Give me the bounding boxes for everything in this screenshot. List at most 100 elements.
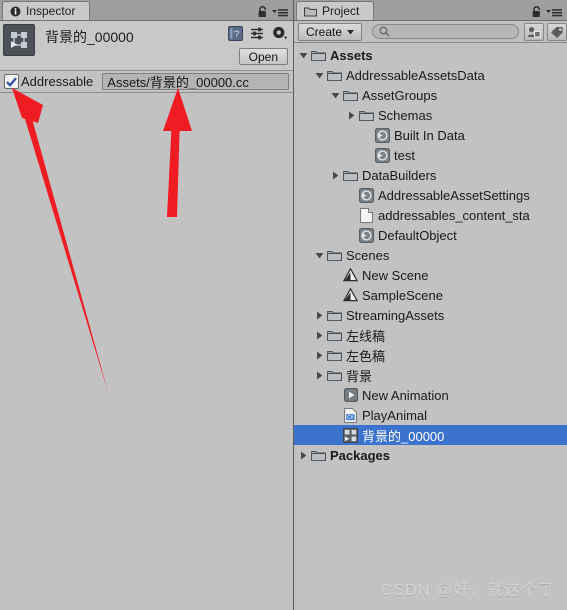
tree-row-label: 左线稿 <box>346 328 386 344</box>
search-input[interactable] <box>372 24 520 39</box>
tree-row-label: AddressableAssetsData <box>346 67 485 83</box>
tree-row[interactable]: New Animation <box>294 385 567 405</box>
inspector-header-icons: ? <box>228 26 288 41</box>
address-input[interactable]: Assets/背景的_00000.cc <box>102 73 289 90</box>
tree-row-label: DataBuilders <box>362 167 437 183</box>
create-button-label: Create <box>306 25 343 39</box>
tree-row-label: 背景的_00000 <box>362 428 445 444</box>
tree-row[interactable]: AddressableAssetSettings <box>294 185 567 205</box>
chevron-right-icon[interactable] <box>297 445 310 465</box>
inspector-asset-header: 背景的_00000 ? Open <box>0 21 293 71</box>
help-book-icon[interactable]: ? <box>228 26 243 41</box>
hamburger-menu-icon[interactable] <box>546 7 562 18</box>
tree-row[interactable]: DefaultObject <box>294 225 567 245</box>
search-icon <box>379 26 390 37</box>
filter-by-label-button[interactable] <box>547 22 567 41</box>
scriptable-object-icon <box>374 125 391 145</box>
animator-controller-icon <box>3 24 35 56</box>
inspector-tab-controls <box>257 6 293 20</box>
tree-row[interactable]: Scenes <box>294 245 567 265</box>
chevron-down-icon <box>347 29 355 35</box>
lock-icon[interactable] <box>531 6 542 18</box>
inspector-panel: Inspector 背景的_00000 ? Open Addressable A… <box>0 0 294 610</box>
tree-row[interactable]: 背景的_00000 <box>294 425 567 445</box>
tree-row-label: Built In Data <box>394 127 465 143</box>
svg-text:C#: C# <box>347 415 354 421</box>
tree-row-label: Packages <box>330 447 390 463</box>
tree-row[interactable]: test <box>294 145 567 165</box>
chevron-down-icon[interactable] <box>329 85 342 105</box>
tree-row[interactable]: StreamingAssets <box>294 305 567 325</box>
info-icon <box>10 6 21 17</box>
chevron-right-icon[interactable] <box>345 105 358 125</box>
hamburger-menu-icon[interactable] <box>272 7 288 18</box>
project-toolbar: Create <box>294 21 567 43</box>
tree-row[interactable]: Schemas <box>294 105 567 125</box>
folder-icon <box>326 325 343 345</box>
create-button[interactable]: Create <box>298 23 363 41</box>
scriptable-object-icon <box>358 185 375 205</box>
preset-sliders-icon[interactable] <box>250 26 265 41</box>
project-tab-controls <box>531 6 567 20</box>
tab-inspector[interactable]: Inspector <box>2 1 91 20</box>
tree-row[interactable]: Built In Data <box>294 125 567 145</box>
folder-icon <box>310 445 327 465</box>
tree-row-label: AssetGroups <box>362 87 438 103</box>
addressable-row: Addressable Assets/背景的_00000.cc <box>0 71 293 93</box>
folder-icon <box>342 85 359 105</box>
chevron-down-icon[interactable] <box>297 45 310 65</box>
unity-editor-window: Inspector 背景的_00000 ? Open Addressable A… <box>0 0 567 610</box>
tree-row[interactable]: DataBuilders <box>294 165 567 185</box>
tab-project[interactable]: Project <box>296 1 375 20</box>
tree-row[interactable]: Packages <box>294 445 567 465</box>
chevron-right-icon[interactable] <box>313 325 326 345</box>
tree-row[interactable]: SampleScene <box>294 285 567 305</box>
tree-row-label: AddressableAssetSettings <box>378 187 530 203</box>
animation-clip-icon <box>342 385 359 405</box>
folder-icon <box>326 65 343 85</box>
project-asset-tree[interactable]: Assets AddressableAssetsData AssetGroups Sc… <box>294 43 567 610</box>
inspector-empty-area <box>0 93 293 610</box>
filter-by-type-button[interactable] <box>524 22 545 41</box>
tree-row-label: Assets <box>330 47 373 63</box>
tree-row[interactable]: addressables_content_sta <box>294 205 567 225</box>
chevron-down-icon[interactable] <box>313 65 326 85</box>
asset-name-label: 背景的_00000 <box>45 29 134 45</box>
inspector-body: 背景的_00000 ? Open Addressable Assets/背景的_… <box>0 21 293 610</box>
chevron-right-icon[interactable] <box>329 165 342 185</box>
tree-row[interactable]: 左线稿 <box>294 325 567 345</box>
chevron-right-icon[interactable] <box>313 345 326 365</box>
addressable-checkbox[interactable] <box>4 74 19 89</box>
tree-row[interactable]: AddressableAssetsData <box>294 65 567 85</box>
tree-row[interactable]: Assets <box>294 45 567 65</box>
folder-icon <box>304 6 317 17</box>
lock-icon[interactable] <box>257 6 268 18</box>
scriptable-object-icon <box>374 145 391 165</box>
tree-row-label: SampleScene <box>362 287 443 303</box>
chevron-right-icon[interactable] <box>313 365 326 385</box>
tree-row[interactable]: 左色稿 <box>294 345 567 365</box>
tree-row-label: 左色稿 <box>346 348 386 364</box>
svg-text:?: ? <box>234 29 239 40</box>
folder-icon <box>310 45 327 65</box>
tree-row-label: test <box>394 147 415 163</box>
tree-row-label: New Animation <box>362 387 449 403</box>
folder-icon <box>326 245 343 265</box>
animator-controller-icon <box>342 425 359 445</box>
tree-row[interactable]: New Scene <box>294 265 567 285</box>
chevron-down-icon[interactable] <box>313 245 326 265</box>
inspector-tabbar: Inspector <box>0 0 293 21</box>
folder-icon <box>326 365 343 385</box>
open-button[interactable]: Open <box>238 48 288 65</box>
gear-icon[interactable] <box>272 26 288 41</box>
tree-row[interactable]: 背景 <box>294 365 567 385</box>
tree-row[interactable]: C# PlayAnimal <box>294 405 567 425</box>
chevron-right-icon[interactable] <box>313 305 326 325</box>
filter-by-label-icon <box>550 26 564 38</box>
tree-row[interactable]: AssetGroups <box>294 85 567 105</box>
tree-row-label: addressables_content_sta <box>378 207 530 223</box>
text-file-icon <box>358 205 375 225</box>
folder-icon <box>342 165 359 185</box>
tree-row-label: Schemas <box>378 107 433 123</box>
checkmark-icon <box>6 76 17 87</box>
